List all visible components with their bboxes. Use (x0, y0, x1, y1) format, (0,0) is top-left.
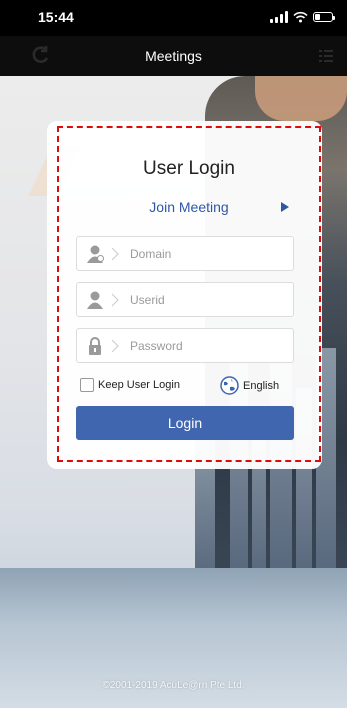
globe-icon (220, 376, 239, 395)
userid-field[interactable]: Userid (76, 282, 294, 317)
login-button[interactable]: Login (76, 406, 294, 440)
nav-bar: Meetings (0, 36, 347, 76)
battery-icon (313, 12, 335, 22)
login-title: User Login (143, 158, 235, 179)
status-bar: 15:44 (0, 0, 347, 36)
domain-user-icon (87, 245, 104, 263)
nav-title: Meetings (145, 48, 202, 64)
chevron-right-icon (111, 339, 119, 353)
language-selector[interactable]: English (220, 376, 279, 395)
domain-field[interactable]: Domain (76, 236, 294, 271)
chevron-right-icon (111, 247, 119, 261)
keep-login-label: Keep User Login (98, 379, 180, 391)
language-label: English (243, 379, 280, 392)
signal-icon (270, 11, 288, 23)
password-placeholder: Password (130, 339, 183, 353)
copyright-text: ©2001-2019 AcuLe@rn Pte Ltd. (102, 680, 245, 691)
businessman-face (255, 76, 347, 121)
status-icons (270, 10, 335, 24)
lock-icon (89, 337, 101, 355)
domain-placeholder: Domain (130, 247, 172, 261)
wifi-icon (293, 11, 308, 23)
status-time: 15:44 (38, 9, 74, 25)
password-field[interactable]: Password (76, 328, 294, 363)
keep-login-option[interactable]: Keep User Login (80, 378, 180, 392)
userid-placeholder: Userid (130, 293, 165, 307)
chevron-right-icon (111, 293, 119, 307)
menu-icon[interactable] (318, 48, 334, 64)
user-icon (87, 291, 103, 309)
play-arrow-icon[interactable] (281, 202, 289, 212)
keep-login-checkbox[interactable] (80, 378, 94, 392)
